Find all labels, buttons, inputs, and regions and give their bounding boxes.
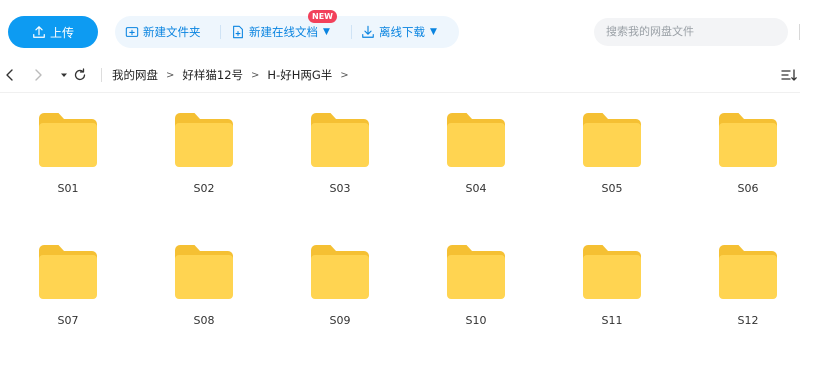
folder-item[interactable]: S11 bbox=[572, 244, 652, 354]
folder-plus-icon bbox=[125, 27, 139, 37]
folder-name: S01 bbox=[57, 182, 79, 195]
folder-name: S03 bbox=[329, 182, 351, 195]
search-box[interactable] bbox=[594, 18, 788, 46]
search-input[interactable] bbox=[606, 25, 788, 38]
folder-name: S04 bbox=[465, 182, 487, 195]
folder-item[interactable]: S05 bbox=[572, 112, 652, 222]
upload-button-label: 上传 bbox=[49, 25, 74, 40]
breadcrumb-separator: > bbox=[251, 69, 260, 81]
toolbar-edge-separator bbox=[799, 24, 800, 40]
sort-icon[interactable] bbox=[780, 67, 798, 83]
action-group: 新建文件夹 新建在线文档 ▼ NEW 离线下载 ▼ bbox=[115, 10, 459, 48]
caret-down-icon: ▼ bbox=[323, 27, 330, 37]
chevron-left-icon[interactable] bbox=[2, 67, 18, 83]
new-badge: NEW bbox=[308, 10, 337, 23]
folder-item[interactable]: S03 bbox=[300, 112, 380, 222]
folder-icon bbox=[175, 113, 233, 167]
folder-item[interactable]: S12 bbox=[708, 244, 788, 354]
folder-name: S08 bbox=[193, 314, 215, 327]
offline-download-label: 离线下载 bbox=[379, 25, 425, 39]
breadcrumb-item[interactable]: 好样猫12号 bbox=[182, 67, 243, 83]
caret-down-icon: ▼ bbox=[430, 27, 437, 37]
folder-icon bbox=[175, 245, 233, 299]
breadcrumb-separator: > bbox=[340, 69, 349, 81]
folder-name: S06 bbox=[737, 182, 759, 195]
chevron-right-icon[interactable] bbox=[30, 67, 46, 83]
breadcrumb-item-root[interactable]: 我的网盘 bbox=[112, 67, 158, 83]
folder-name: S12 bbox=[737, 314, 759, 327]
folder-icon bbox=[583, 245, 641, 299]
folder-item[interactable]: S09 bbox=[300, 244, 380, 354]
folder-item[interactable]: S07 bbox=[28, 244, 108, 354]
navigation-bar: 我的网盘 > 好样猫12号 > H-好H两G半 > bbox=[0, 62, 816, 88]
netdisk-app: 上传 新建文件夹 新建在线文档 ▼ NEW 离线下载 ▼ 搜索我的网盘文件 我的… bbox=[0, 0, 816, 365]
folder-item[interactable]: S10 bbox=[436, 244, 516, 354]
folder-icon bbox=[39, 113, 97, 167]
folder-name: S10 bbox=[465, 314, 487, 327]
folder-icon bbox=[311, 245, 369, 299]
folder-name: S05 bbox=[601, 182, 623, 195]
folder-grid: S01 S02 S03 S04 S05 S06 S07 S08 S09 S10 S11 S12 bbox=[0, 112, 816, 362]
divider bbox=[0, 92, 800, 93]
new-online-doc-label: 新建在线文档 bbox=[249, 25, 318, 39]
toolbar-separator bbox=[351, 25, 352, 39]
folder-name: S02 bbox=[193, 182, 215, 195]
folder-icon bbox=[39, 245, 97, 299]
breadcrumb-item-current[interactable]: H-好H两G半 bbox=[267, 67, 332, 83]
document-plus-icon bbox=[233, 25, 243, 39]
folder-item[interactable]: S01 bbox=[28, 112, 108, 222]
new-folder-button[interactable]: 新建文件夹 bbox=[125, 16, 201, 48]
nav-divider bbox=[101, 68, 102, 82]
folder-icon bbox=[719, 113, 777, 167]
folder-item[interactable]: S02 bbox=[164, 112, 244, 222]
folder-name: S07 bbox=[57, 314, 79, 327]
folder-item[interactable]: S04 bbox=[436, 112, 516, 222]
folder-icon bbox=[447, 113, 505, 167]
upload-button[interactable]: 上传 bbox=[8, 16, 98, 48]
download-icon bbox=[362, 25, 374, 38]
folder-icon bbox=[583, 113, 641, 167]
upload-icon bbox=[33, 26, 45, 38]
folder-icon bbox=[447, 245, 505, 299]
breadcrumb-separator: > bbox=[166, 69, 175, 81]
caret-down-icon[interactable] bbox=[56, 67, 72, 83]
folder-name: S09 bbox=[329, 314, 351, 327]
folder-item[interactable]: S06 bbox=[708, 112, 788, 222]
breadcrumb: 我的网盘 > 好样猫12号 > H-好H两G半 > bbox=[112, 66, 349, 84]
toolbar-separator bbox=[220, 25, 221, 39]
offline-download-button[interactable]: 离线下载 ▼ bbox=[361, 16, 437, 48]
new-folder-label: 新建文件夹 bbox=[143, 25, 201, 39]
folder-icon bbox=[311, 113, 369, 167]
folder-icon bbox=[719, 245, 777, 299]
refresh-icon[interactable] bbox=[72, 67, 88, 83]
folder-name: S11 bbox=[601, 314, 623, 327]
folder-item[interactable]: S08 bbox=[164, 244, 244, 354]
toolbar: 上传 新建文件夹 新建在线文档 ▼ NEW 离线下载 ▼ 搜索我的网盘文件 bbox=[0, 0, 816, 62]
